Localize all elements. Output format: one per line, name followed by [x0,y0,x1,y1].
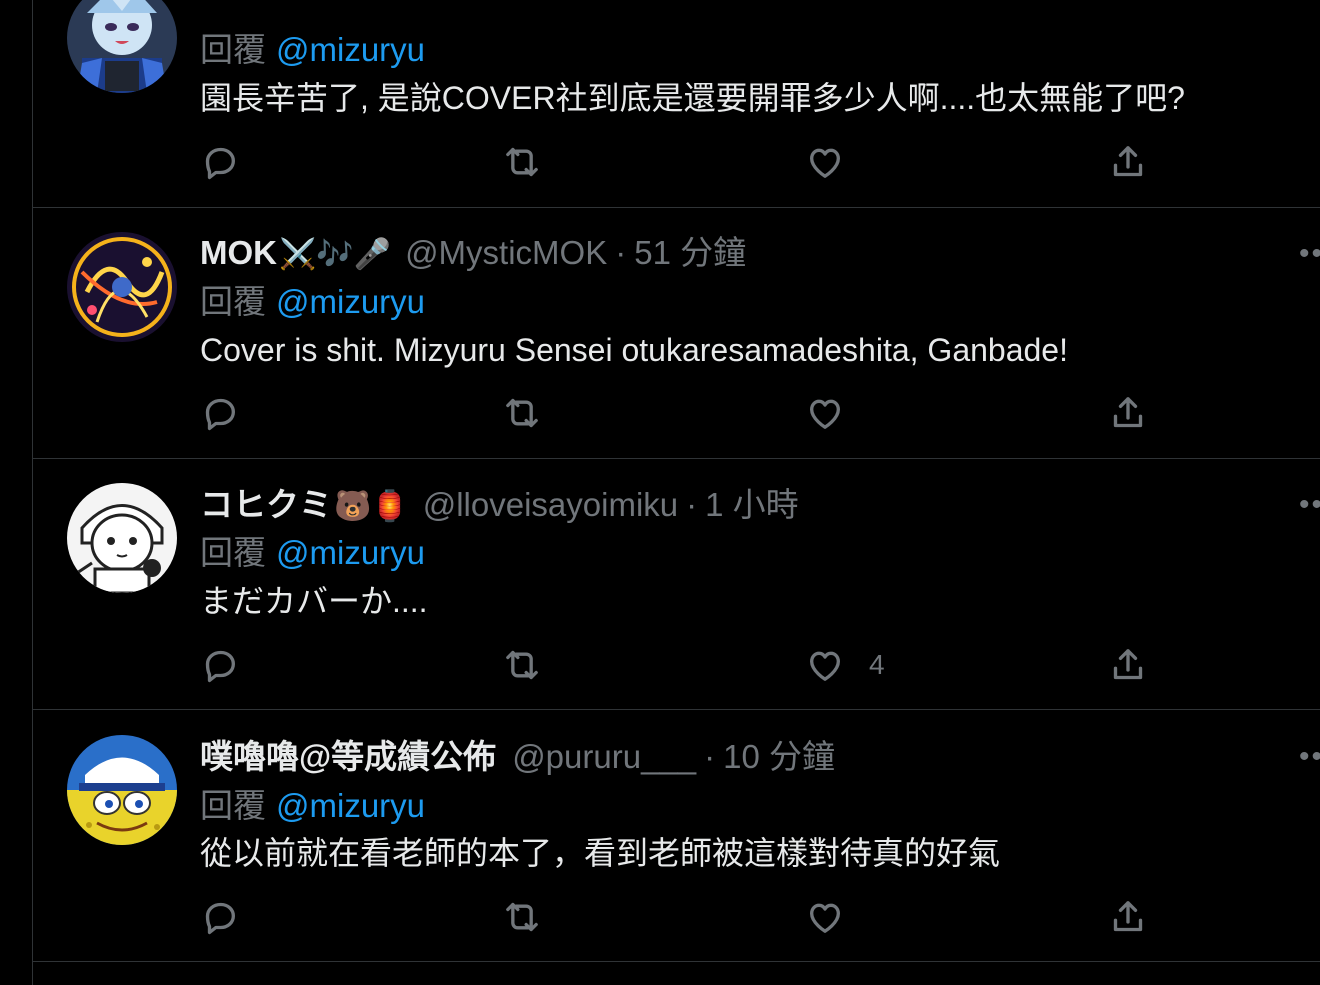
reply-button[interactable] [200,643,240,687]
mention-link[interactable]: @mizuryu [276,283,425,320]
retweet-icon [506,147,538,177]
reply-to-line: 回覆 @mizuryu [200,533,425,573]
name-emoji: 🐻🏮 [334,490,409,523]
reply-button[interactable] [200,140,240,184]
reply-icon [205,650,235,683]
reply-tweet[interactable]: MOK⚔️🎶🎤 @MysticMOK·51 分鐘 •• 回覆 @mizuryu Co… [33,208,1320,459]
retweet-icon [506,650,538,680]
tweet-text: 園長辛苦了, 是說COVER社到底是還要開罪多少人啊....也太無能了吧? [200,80,1185,116]
like-button[interactable] [805,391,869,435]
tweet-actions [200,140,1180,184]
tweet-text: 從以前就在看老師的本了，看到老師被這樣對待真的好氣 [200,835,1001,871]
reply-icon [205,147,235,180]
user-handle[interactable]: @pururu___ [512,738,696,775]
mention-link[interactable]: @mizuryu [276,787,425,824]
tweet-actions: 4 [200,643,1180,687]
tweet-actions [200,391,1180,435]
reply-icon [205,398,235,431]
reply-label: 回覆 [200,534,266,571]
retweet-button[interactable] [502,391,542,435]
like-count: 4 [869,649,885,680]
heart-icon [810,903,840,933]
separator-dot: · [704,738,716,775]
share-icon [1113,649,1143,680]
like-button[interactable] [805,895,869,939]
reply-to-line: 回覆 @mizuryu [200,30,425,70]
share-button[interactable] [1108,140,1148,184]
tweet-header: 噗嚕嚕@等成績公佈 @pururu___ · 10 分鐘 [200,737,835,779]
name-emoji: ⚔️🎶🎤 [279,238,392,271]
retweet-icon [506,902,538,932]
more-icon[interactable]: •• [1299,499,1320,511]
tweet-actions [200,895,1180,939]
more-icon[interactable]: •• [1299,248,1320,260]
share-icon [1113,146,1143,177]
reply-tweet[interactable]: 回覆 @mizuryu 園長辛苦了, 是說COVER社到底是還要開罪多少人啊...… [33,0,1320,208]
avatar[interactable] [67,483,177,593]
timestamp[interactable]: 51 分鐘 [634,234,746,271]
reply-button[interactable] [200,895,240,939]
display-name[interactable]: 噗嚕嚕@等成績公佈 [200,738,496,775]
tweet-text: まだカバーか.... [200,583,428,619]
separator-dot: · [686,486,698,523]
timestamp[interactable]: 1 小時 [705,486,799,523]
reply-label: 回覆 [200,787,266,824]
tweet-text: Cover is shit. Mizyuru Sensei otukaresam… [200,332,1068,368]
display-name[interactable]: MOK [200,234,277,271]
heart-icon [810,399,840,429]
reply-tweet[interactable]: コヒクミ🐻🏮 @lloveisayoimiku·1 小時 •• 回覆 @mizury… [33,459,1320,710]
reply-icon [205,902,235,935]
display-name[interactable]: コヒクミ [200,486,332,523]
tweet-header: コヒクミ🐻🏮 @lloveisayoimiku · 1 小時 [200,485,799,527]
share-button[interactable] [1108,391,1148,435]
user-handle[interactable]: @MysticMOK [405,234,607,271]
heart-icon [810,651,840,681]
share-button[interactable] [1108,895,1148,939]
avatar[interactable] [67,735,177,845]
reply-label: 回覆 [200,283,266,320]
share-icon [1113,901,1143,932]
share-icon [1113,397,1143,428]
separator-dot: · [615,234,627,271]
timestamp[interactable]: 10 分鐘 [723,738,835,775]
retweet-icon [506,398,538,428]
retweet-button[interactable] [502,140,542,184]
reply-tweet[interactable]: 噗嚕嚕@等成績公佈@pururu___·10 分鐘 •• 回覆@mizuryu … [33,711,1320,962]
reply-label: 回覆 [200,31,266,68]
avatar[interactable] [67,232,177,342]
more-icon[interactable]: •• [1299,751,1320,763]
retweet-button[interactable] [502,643,542,687]
mention-link[interactable]: @mizuryu [276,31,425,68]
reply-to-line: 回覆 @mizuryu [200,282,425,322]
reply-feed: 回覆 @mizuryu 園長辛苦了, 是說COVER社到底是還要開罪多少人啊...… [32,0,1320,985]
heart-icon [810,148,840,178]
avatar[interactable] [67,0,177,93]
user-handle[interactable]: @lloveisayoimiku [423,486,678,523]
like-button[interactable]: 4 [805,643,885,687]
tweet-header: MOK⚔️🎶🎤 @MysticMOK · 51 分鐘 [200,233,746,275]
reply-to-line: 回覆 @mizuryu [200,786,425,826]
like-button[interactable] [805,140,869,184]
mention-link[interactable]: @mizuryu [276,534,425,571]
share-button[interactable] [1108,643,1148,687]
retweet-button[interactable] [502,895,542,939]
reply-button[interactable] [200,391,240,435]
